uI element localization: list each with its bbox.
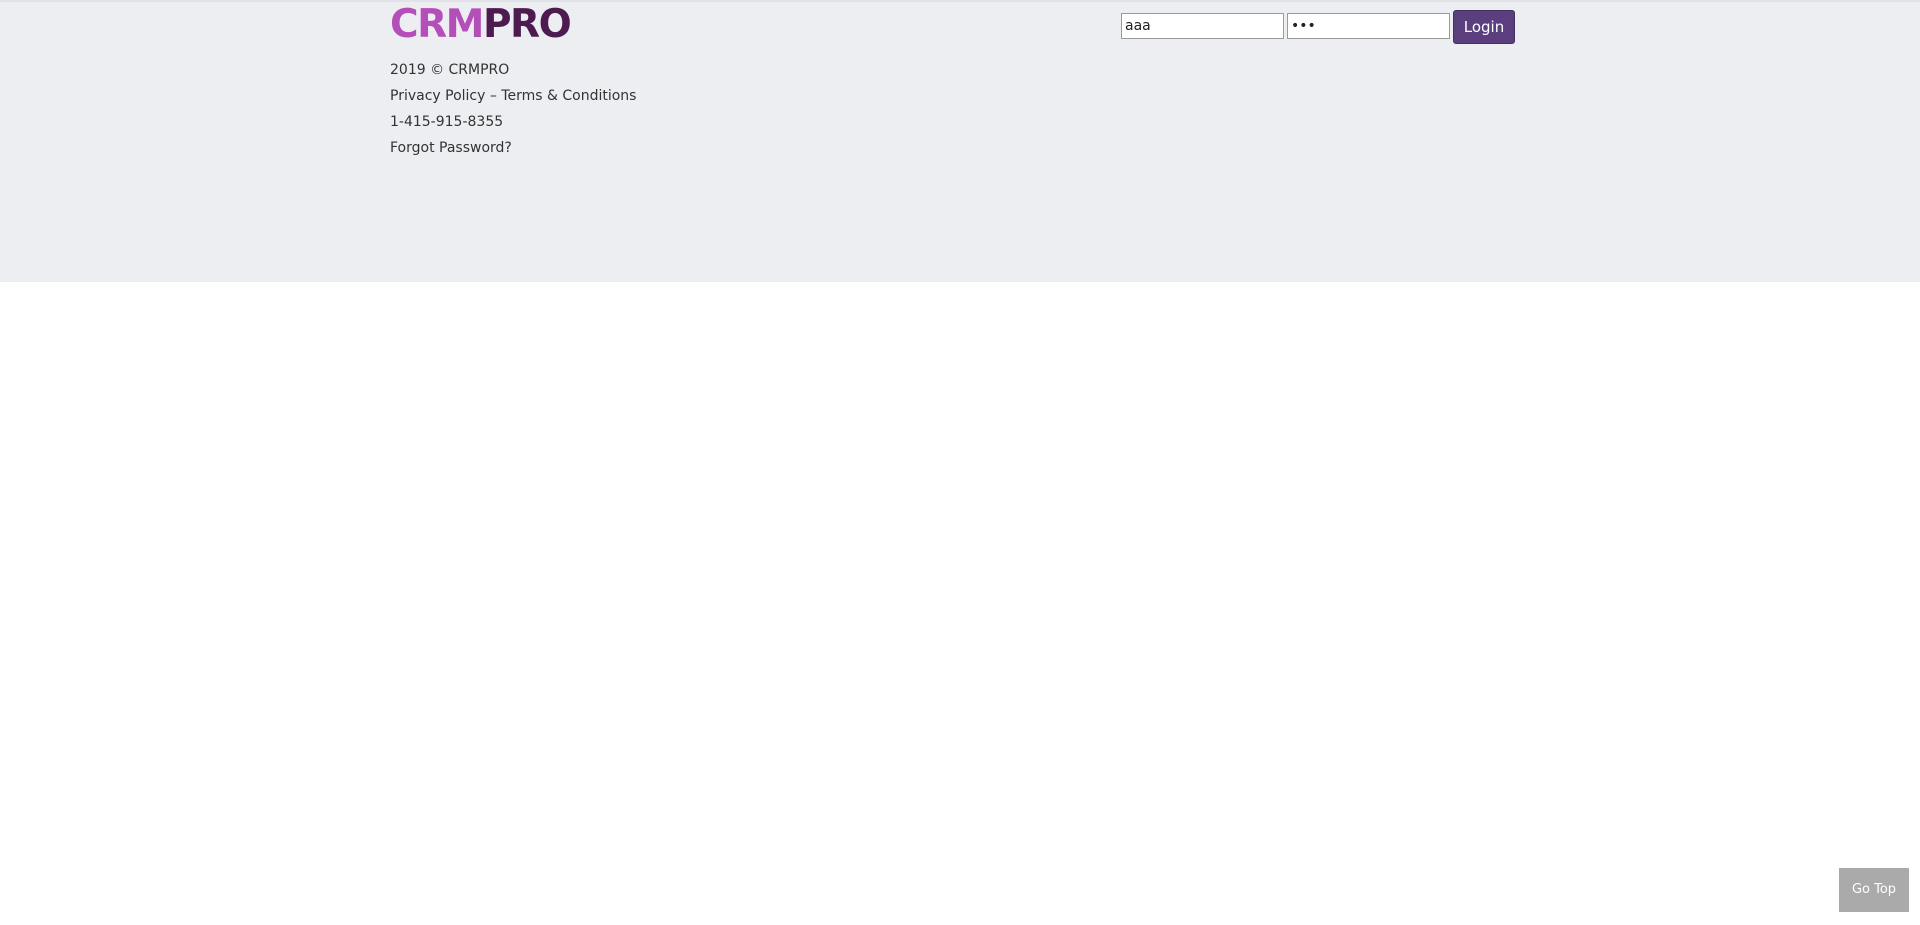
password-field[interactable] — [1287, 13, 1450, 39]
forgot-password-link[interactable]: Forgot Password? — [390, 137, 636, 163]
go-top-button[interactable]: Go Top — [1839, 868, 1909, 912]
phone-number: 1-415-915-8355 — [390, 114, 504, 130]
logo-pro-text: PRO — [482, 2, 572, 47]
page: CRMPRO 2019 © CRMPRO Privacy Policy – Te… — [0, 0, 1920, 925]
username-field[interactable] — [1121, 13, 1284, 39]
crmpro-logo[interactable]: CRMPRO — [390, 2, 572, 47]
logo-crm-text: CRM — [390, 2, 484, 47]
footer-info: 2019 © CRMPRO Privacy Policy – Terms & C… — [390, 59, 636, 163]
header-band: CRMPRO 2019 © CRMPRO Privacy Policy – Te… — [0, 0, 1920, 282]
privacy-terms-link[interactable]: Privacy Policy – Terms & Conditions — [390, 85, 636, 111]
login-button[interactable]: Login — [1453, 10, 1515, 44]
copyright-text: 2019 © CRMPRO — [390, 62, 510, 78]
